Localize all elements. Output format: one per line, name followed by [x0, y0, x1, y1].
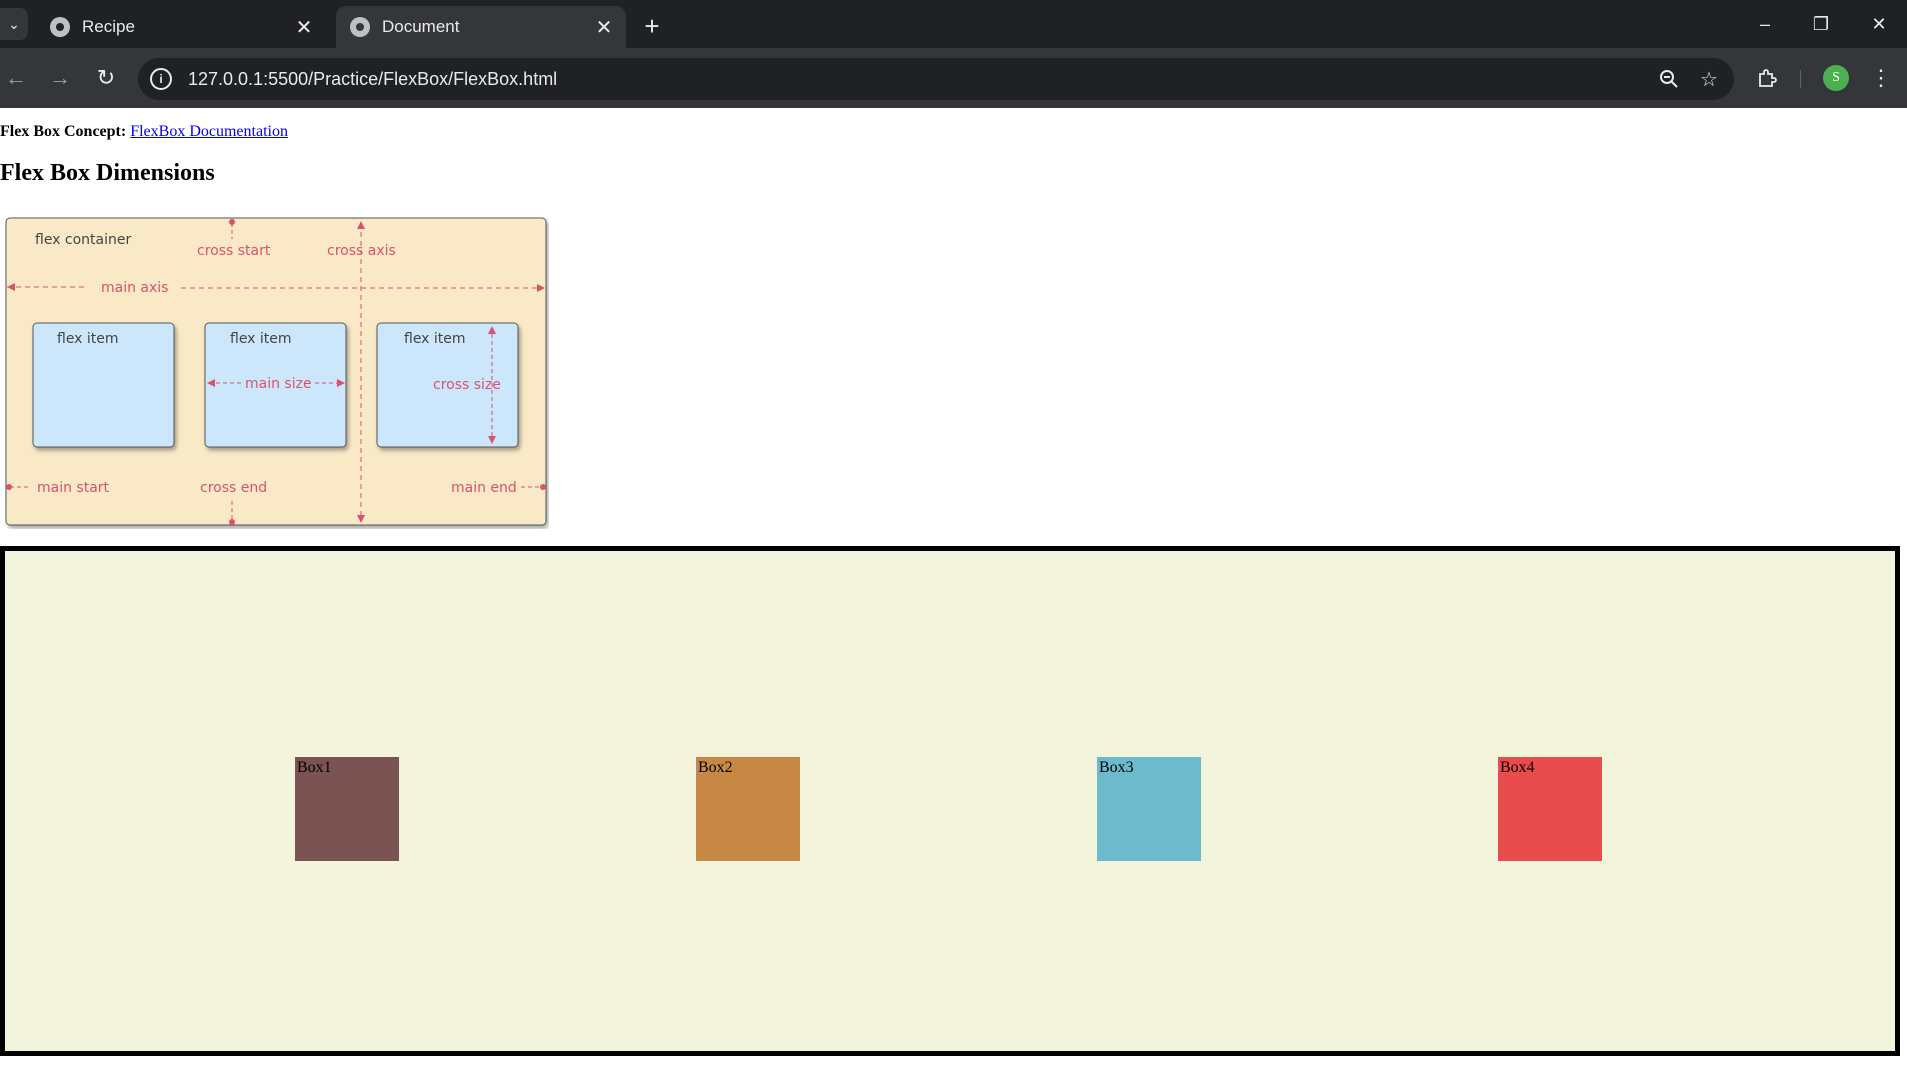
minimize-icon[interactable]: –	[1737, 0, 1793, 48]
new-tab-icon[interactable]: +	[636, 10, 668, 42]
main-axis-label: main axis	[101, 280, 168, 296]
flex-item-2-label: flex item	[230, 331, 292, 347]
main-size-label: main size	[245, 376, 312, 392]
concept-line: Flex Box Concept: FlexBox Documentation	[0, 123, 288, 141]
box-3: Box3	[1097, 757, 1201, 861]
extensions-puzzle-icon[interactable]	[1752, 62, 1784, 94]
flex-container: Box1 Box2 Box3 Box4	[0, 546, 1900, 1056]
address-bar[interactable]: i 127.0.0.1:5500/Practice/FlexBox/FlexBo…	[138, 58, 1734, 100]
tab-title: Document	[382, 17, 460, 36]
tab-document[interactable]: Document ✕	[336, 6, 626, 48]
main-end-dot	[540, 484, 546, 490]
globe-icon	[50, 17, 70, 37]
tab-title: Recipe	[82, 17, 135, 36]
info-icon[interactable]: i	[150, 68, 172, 90]
browser-toolbar: ← → ↻ i 127.0.0.1:5500/Practice/FlexBox/…	[0, 48, 1907, 108]
cross-size-label: cross size	[433, 377, 501, 393]
cross-axis-label: cross axis	[327, 243, 396, 259]
back-arrow-icon[interactable]: ←	[0, 62, 32, 94]
cross-start-label: cross start	[197, 243, 271, 259]
close-icon[interactable]: ✕	[290, 13, 318, 41]
url-text[interactable]: 127.0.0.1:5500/Practice/FlexBox/FlexBox.…	[188, 69, 1654, 90]
cross-end-dot	[229, 519, 235, 525]
toolbar-divider	[1800, 70, 1801, 88]
flex-container-label: flex container	[35, 232, 132, 248]
flexbox-documentation-link[interactable]: FlexBox Documentation	[130, 123, 288, 140]
kebab-menu-icon[interactable]: ⋮	[1866, 62, 1896, 94]
reload-icon[interactable]: ↻	[90, 62, 122, 94]
globe-icon	[350, 17, 370, 37]
tab-search-chevron-icon[interactable]: ⌄	[0, 8, 28, 40]
tab-strip: ⌄ Recipe ✕ Document ✕ + – ❐ ✕	[0, 0, 1907, 48]
cross-end-label: cross end	[200, 480, 267, 496]
close-window-icon[interactable]: ✕	[1851, 0, 1907, 48]
box-2: Box2	[696, 757, 800, 861]
flex-item-1-label: flex item	[57, 331, 119, 347]
page-title: Flex Box Dimensions	[0, 160, 215, 186]
bookmark-star-icon[interactable]: ☆	[1694, 64, 1724, 94]
close-icon[interactable]: ✕	[590, 13, 618, 41]
flexbox-diagram: flex container cross axis cross start ma…	[5, 217, 547, 526]
main-end-label: main end	[451, 480, 517, 496]
profile-avatar[interactable]: S	[1823, 65, 1849, 91]
restore-icon[interactable]: ❐	[1793, 0, 1849, 48]
concept-label: Flex Box Concept:	[0, 123, 127, 140]
zoom-out-icon[interactable]	[1654, 64, 1684, 94]
flexbox-diagram-image: flex container cross axis cross start ma…	[5, 217, 549, 529]
flex-item-3-label: flex item	[404, 331, 466, 347]
page-content: Flex Box Concept: FlexBox Documentation …	[0, 108, 1907, 1073]
box-4: Box4	[1498, 757, 1602, 861]
tab-recipe[interactable]: Recipe ✕	[36, 6, 326, 48]
box-1: Box1	[295, 757, 399, 861]
main-start-label: main start	[37, 480, 110, 496]
forward-arrow-icon[interactable]: →	[44, 62, 76, 94]
